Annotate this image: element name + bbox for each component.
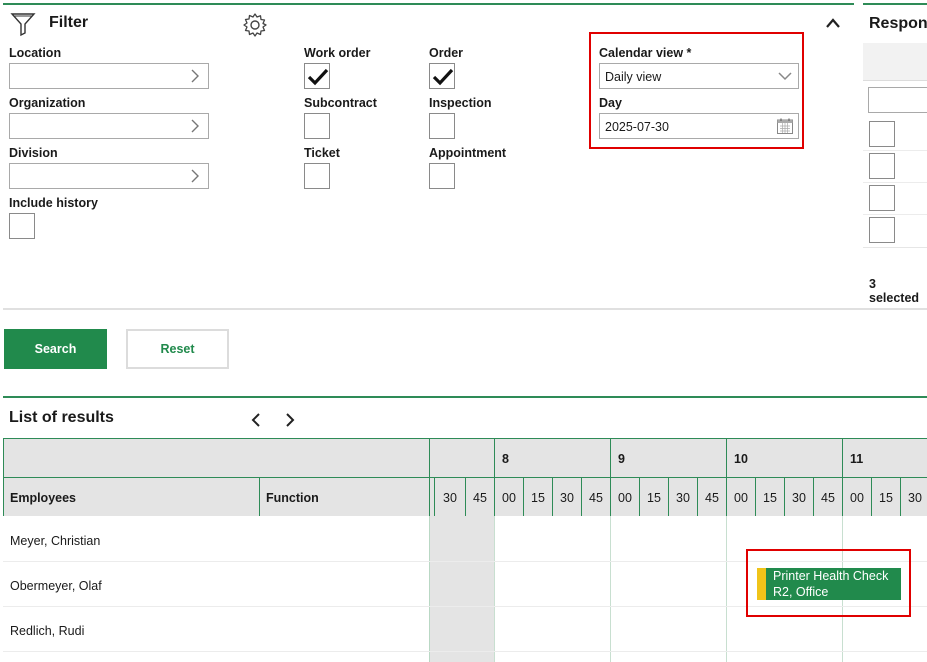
responsible-checkbox[interactable] — [869, 217, 895, 243]
previous-arrow-icon[interactable] — [250, 412, 262, 433]
minute-label: 45 — [589, 491, 603, 505]
hour-8-label: 8 — [502, 452, 509, 466]
calendar-view-select[interactable]: Daily view — [599, 63, 799, 89]
filter-icon — [10, 11, 36, 42]
minute-label: 15 — [531, 491, 545, 505]
filter-title: Filter — [49, 14, 89, 31]
employee-name: Obermeyer, Olaf — [10, 579, 102, 593]
minute-label: 30 — [560, 491, 574, 505]
minute-column-header: 15 — [524, 478, 553, 516]
minute-column-header: 45 — [582, 478, 611, 516]
order-label: Order — [429, 46, 464, 60]
minute-column-header: 00 — [611, 478, 640, 516]
search-button[interactable]: Search — [4, 329, 107, 369]
minute-label: 00 — [850, 491, 864, 505]
order-checkbox[interactable] — [429, 63, 455, 89]
responsible-list — [863, 118, 927, 248]
subcontract-label: Subcontract — [304, 96, 377, 110]
calendar-view-label: Calendar view * — [599, 46, 692, 60]
calendar-icon[interactable] — [776, 117, 794, 135]
employees-column-header[interactable]: Employees — [4, 478, 260, 516]
subcontract-checkbox[interactable] — [304, 113, 330, 139]
inspection-checkbox[interactable] — [429, 113, 455, 139]
minute-column-header: 45 — [698, 478, 727, 516]
ticket-checkbox[interactable] — [304, 163, 330, 189]
hour-10-label: 10 — [734, 452, 748, 466]
minute-column-header: 30 — [553, 478, 582, 516]
responsible-search-input[interactable] — [868, 87, 927, 113]
responsible-selected-count: 3 selected — [869, 277, 920, 305]
calendar-view-value: Daily view — [605, 70, 662, 84]
minute-column-header: 45 — [814, 478, 843, 516]
minute-label: 15 — [763, 491, 777, 505]
responsible-header-band — [863, 43, 927, 81]
next-arrow-icon[interactable] — [284, 412, 296, 433]
minute-column-header: 00 — [727, 478, 756, 516]
location-field[interactable] — [9, 63, 209, 89]
results-title: List of results — [9, 409, 114, 426]
hour-9-label: 9 — [618, 452, 625, 466]
ticket-label: Ticket — [304, 146, 340, 160]
minute-label: 00 — [618, 491, 632, 505]
minute-column-header: 30 — [435, 478, 466, 516]
inspection-label: Inspection — [429, 96, 492, 110]
minute-label: 00 — [734, 491, 748, 505]
checkmark-icon — [307, 68, 329, 86]
organization-field[interactable] — [9, 113, 209, 139]
responsible-title: Respons — [869, 15, 927, 32]
minute-label: 30 — [908, 491, 922, 505]
division-field[interactable] — [9, 163, 209, 189]
reset-button[interactable]: Reset — [126, 329, 229, 369]
day-value: 2025-07-30 — [605, 120, 669, 134]
chevron-right-icon — [191, 69, 199, 83]
minute-column-header: 30 — [785, 478, 814, 516]
minute-label: 15 — [879, 491, 893, 505]
minute-label: 30 — [676, 491, 690, 505]
include-history-checkbox[interactable] — [9, 213, 35, 239]
employee-name: Redlich, Rudi — [10, 624, 85, 638]
minute-label: 30 — [792, 491, 806, 505]
work-order-label: Work order — [304, 46, 371, 60]
chevron-right-icon — [191, 169, 199, 183]
appointment-checkbox[interactable] — [429, 163, 455, 189]
hour-11-label: 11 — [850, 452, 864, 466]
minute-label: 45 — [473, 491, 487, 505]
responsible-checkbox[interactable] — [869, 153, 895, 179]
minute-column-header: 00 — [495, 478, 524, 516]
minute-label: 00 — [502, 491, 516, 505]
minute-column-header: 45 — [466, 478, 495, 516]
highlight-box-appointment — [746, 549, 911, 617]
chevron-down-icon — [778, 72, 792, 81]
day-label: Day — [599, 96, 622, 110]
minute-column-header: 30 — [901, 478, 927, 516]
minute-label: 45 — [821, 491, 835, 505]
employee-name: Meyer, Christian — [10, 534, 101, 548]
gear-icon[interactable] — [242, 12, 268, 43]
function-column-header[interactable]: Function — [260, 478, 430, 516]
results-grid-header: 8 9 10 11 Employees Function 30 45 00 15 30 4… — [3, 438, 927, 516]
minute-column-header: 15 — [872, 478, 901, 516]
checkmark-icon — [432, 68, 454, 86]
day-date-input[interactable]: 2025-07-30 — [599, 113, 799, 139]
responsible-checkbox[interactable] — [869, 185, 895, 211]
collapse-chevron-icon[interactable] — [825, 16, 841, 34]
appointment-label: Appointment — [429, 146, 507, 160]
include-history-label: Include history — [9, 196, 98, 210]
minute-column-header: 30 — [669, 478, 698, 516]
minute-label: 30 — [443, 491, 457, 505]
minute-label: 45 — [705, 491, 719, 505]
work-order-checkbox[interactable] — [304, 63, 330, 89]
minute-label: 15 — [647, 491, 661, 505]
responsible-checkbox[interactable] — [869, 121, 895, 147]
minute-column-header: 15 — [756, 478, 785, 516]
chevron-right-icon — [191, 119, 199, 133]
location-label: Location — [9, 46, 62, 60]
minute-column-header: 15 — [640, 478, 669, 516]
organization-label: Organization — [9, 96, 86, 110]
minute-column-header: 00 — [843, 478, 872, 516]
division-label: Division — [9, 146, 58, 160]
